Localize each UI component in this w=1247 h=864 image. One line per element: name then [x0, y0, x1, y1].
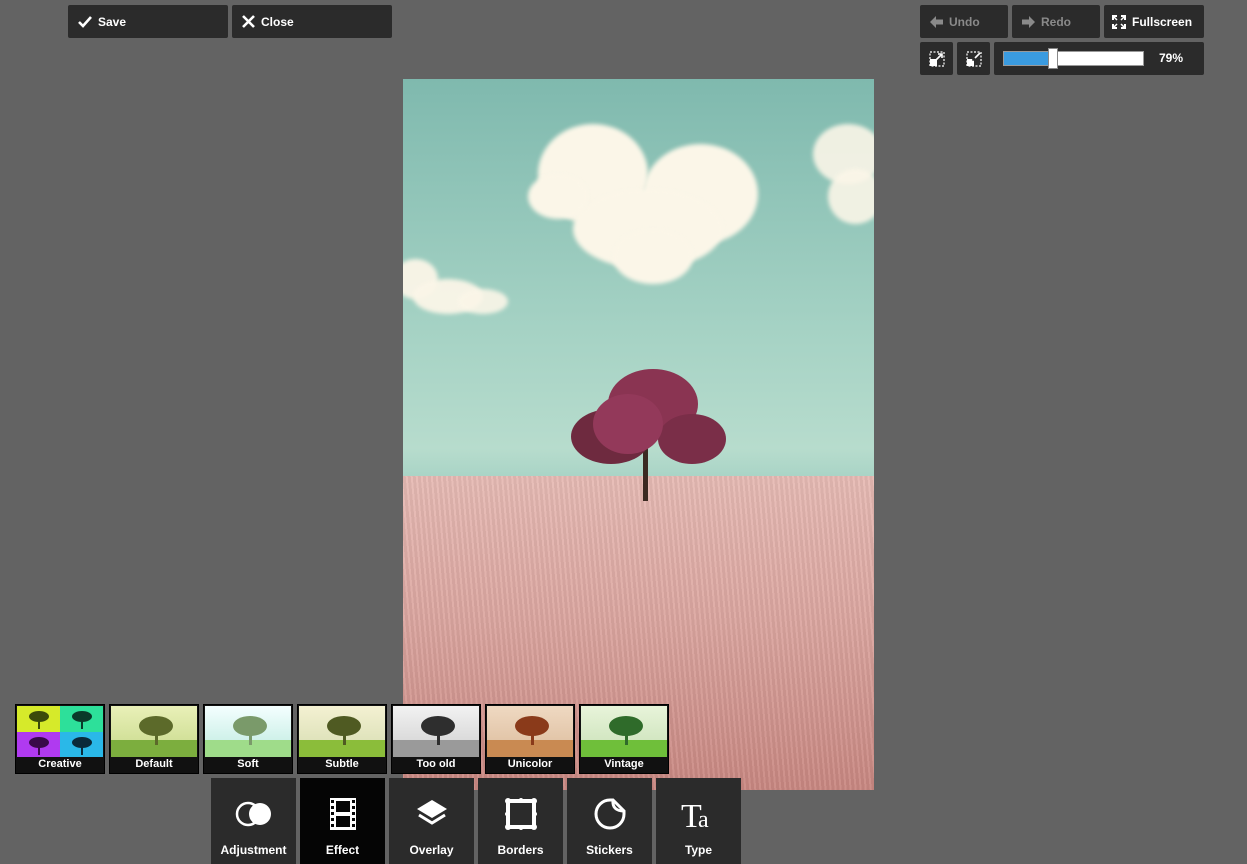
- redo-button[interactable]: Redo: [1012, 5, 1100, 38]
- filter-thumb-default[interactable]: Default: [109, 704, 199, 774]
- film-icon: [329, 796, 357, 832]
- circles-icon: [235, 796, 273, 832]
- filter-preview-image: [299, 706, 385, 757]
- fullscreen-icon: [1112, 14, 1126, 29]
- zoom-slider[interactable]: [1003, 48, 1144, 69]
- filter-thumb-creative[interactable]: Creative: [15, 704, 105, 774]
- layers-icon: [415, 796, 449, 832]
- tool-label: Effect: [325, 843, 360, 857]
- filter-label: Creative: [38, 758, 82, 770]
- filter-preview-image: [205, 706, 291, 757]
- tool-label: Borders: [497, 843, 544, 857]
- filter-label: Default: [135, 758, 173, 770]
- sticker-icon: [593, 796, 627, 832]
- filter-label: Vintage: [604, 758, 644, 770]
- close-button[interactable]: Close: [232, 5, 392, 38]
- filter-thumb-too-old[interactable]: Too old: [391, 704, 481, 774]
- tool-effect-button[interactable]: Effect: [300, 778, 385, 864]
- tool-label: Adjustment: [220, 843, 287, 857]
- tool-adjustment-button[interactable]: Adjustment: [211, 778, 296, 864]
- filter-preview-image: [581, 706, 667, 757]
- text-icon: Ta: [681, 796, 717, 832]
- zoom-actual-button[interactable]: [957, 42, 990, 75]
- zoom-actual-icon: [965, 50, 982, 67]
- filter-preview-image: [17, 706, 103, 757]
- tool-stickers-button[interactable]: Stickers: [567, 778, 652, 864]
- arrow-left-icon: [930, 15, 943, 28]
- fullscreen-button[interactable]: Fullscreen: [1104, 5, 1204, 38]
- zoom-panel: 79%: [994, 42, 1204, 75]
- filter-preview-image: [111, 706, 197, 757]
- filter-thumb-vintage[interactable]: Vintage: [579, 704, 669, 774]
- arrow-right-icon: [1022, 15, 1035, 28]
- redo-label: Redo: [1041, 14, 1071, 29]
- zoom-fit-button[interactable]: [920, 42, 953, 75]
- fullscreen-label: Fullscreen: [1132, 14, 1193, 29]
- zoom-slider-fill: [1004, 52, 1053, 65]
- tool-label: Type: [684, 843, 713, 857]
- filter-preview-image: [487, 706, 573, 757]
- tool-label: Overlay: [409, 843, 454, 857]
- filter-thumb-subtle[interactable]: Subtle: [297, 704, 387, 774]
- filter-label: Subtle: [325, 758, 359, 770]
- save-label: Save: [98, 14, 127, 29]
- check-icon: [78, 15, 92, 28]
- undo-button[interactable]: Undo: [920, 5, 1008, 38]
- close-icon: [242, 15, 255, 28]
- filter-label: Unicolor: [507, 758, 553, 770]
- save-button[interactable]: Save: [68, 5, 228, 38]
- filter-label: Too old: [416, 758, 456, 770]
- tool-label: Stickers: [586, 843, 633, 857]
- tool-borders-button[interactable]: Borders: [478, 778, 563, 864]
- tool-type-button[interactable]: Ta Type: [656, 778, 741, 864]
- zoom-value: 79%: [1159, 51, 1184, 65]
- zoom-fit-icon: [928, 50, 945, 67]
- photo-canvas[interactable]: [403, 79, 874, 790]
- filter-thumb-soft[interactable]: Soft: [203, 704, 293, 774]
- undo-label: Undo: [949, 14, 980, 29]
- filter-label: Soft: [237, 758, 259, 770]
- zoom-slider-handle[interactable]: [1047, 48, 1058, 69]
- tool-overlay-button[interactable]: Overlay: [389, 778, 474, 864]
- filter-preview-image: [393, 706, 479, 757]
- frame-icon: [504, 796, 537, 832]
- filter-thumb-unicolor[interactable]: Unicolor: [485, 704, 575, 774]
- svg-text:a: a: [698, 807, 709, 831]
- close-label: Close: [261, 14, 294, 29]
